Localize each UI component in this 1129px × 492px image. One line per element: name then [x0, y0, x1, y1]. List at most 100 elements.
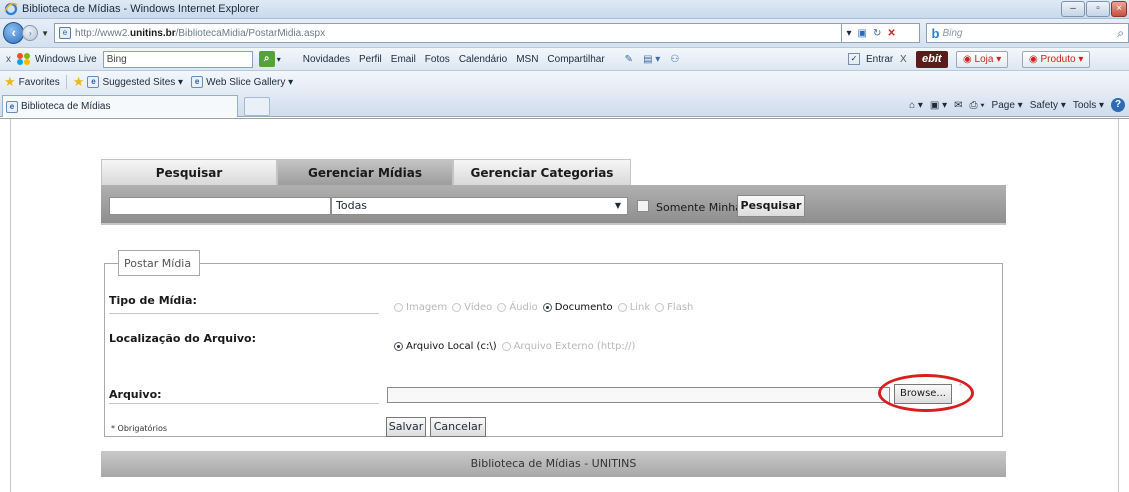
link-email[interactable]: Email [391, 54, 416, 65]
compatibility-view-icon[interactable]: ▣ [858, 28, 867, 39]
refresh-icon[interactable]: ↻ [873, 28, 881, 39]
page-menu[interactable]: Page ▾ [992, 100, 1023, 111]
command-bar: ⌂ ▾ ▣ ▾ ✉ ⎙ ▾ Page ▾ Safety ▾ Tools ▾ ? [909, 98, 1125, 112]
ebit-logo[interactable]: ebit [916, 50, 948, 68]
windows-live-toolbar: x Windows Live Bing ⌕ ▾ Novidades Perfil… [0, 47, 1129, 71]
new-tab-button[interactable] [244, 97, 270, 116]
close-toolbar-icon[interactable]: x [6, 54, 11, 65]
divider [109, 403, 379, 404]
option-flash-label: Flash [667, 302, 694, 313]
help-icon[interactable]: ? [1111, 98, 1125, 112]
minimize-button[interactable]: – [1061, 1, 1085, 17]
address-bar: ‹ › ▼ e http://www2. unitins.br/Bibliotec… [0, 19, 1129, 47]
postar-midia-fieldset: Postar Mídia Tipo de Mídia: Imagem Vídeo… [104, 250, 1003, 437]
link-compartilhar[interactable]: Compartilhar [547, 54, 604, 65]
tipo-midia-options: Imagem Vídeo Áudio Documento Link Flash [389, 302, 693, 313]
url-path: /BibliotecaMidia/PostarMidia.aspx [175, 27, 326, 39]
search-input[interactable] [109, 197, 331, 215]
window-icon[interactable]: ▤ ▾ [643, 54, 660, 65]
ie-page-icon: e [87, 76, 100, 88]
somente-minhas-checkbox[interactable] [637, 200, 649, 212]
radio-flash[interactable] [655, 303, 665, 312]
history-dropdown-icon[interactable]: ▼ [41, 29, 49, 38]
forward-button[interactable]: › [22, 25, 39, 41]
radio-audio[interactable] [497, 303, 507, 312]
maximize-button[interactable]: ▫ [1086, 1, 1110, 17]
link-perfil[interactable]: Perfil [359, 54, 382, 65]
option-documento-label: Documento [554, 302, 613, 313]
save-button[interactable]: Salvar [386, 417, 426, 437]
radio-arquivo-local[interactable] [394, 342, 403, 351]
window-title: Biblioteca de Mídias - Windows Internet … [22, 3, 260, 15]
option-arquivo-local-label: Arquivo Local (c:\) [406, 341, 497, 352]
produto-label: Produto [1040, 53, 1076, 65]
mail-icon[interactable]: ✉ [954, 100, 962, 111]
address-dropdown-icon[interactable]: ▾ [846, 28, 851, 39]
feeds-icon[interactable]: ▣ ▾ [930, 100, 947, 111]
live-search-dropdown-icon[interactable]: ▾ [277, 55, 281, 64]
link-calendario[interactable]: Calendário [459, 54, 507, 65]
option-imagem-label: Imagem [406, 302, 448, 313]
windows-live-label[interactable]: Windows Live [35, 54, 97, 65]
tools-menu[interactable]: Tools ▾ [1073, 100, 1104, 111]
browser-tab-label: Biblioteca de Mídias [21, 101, 111, 112]
bing-search-input[interactable]: b Bing ⌕ [926, 23, 1129, 43]
localizacao-options: Arquivo Local (c:\) Arquivo Externo (htt… [389, 341, 635, 352]
option-audio-label: Áudio [509, 302, 538, 313]
radio-link[interactable] [617, 303, 627, 312]
search-placeholder: Bing [942, 27, 963, 39]
page-favicon-icon: e [59, 27, 72, 39]
tab-gerenciar-midias[interactable]: Gerenciar Mídias [277, 159, 453, 185]
divider [10, 119, 11, 492]
live-search-input[interactable]: Bing [102, 50, 253, 68]
divider [109, 313, 379, 314]
address-tools: ▾ ▣ ↻ ✕ [842, 23, 921, 43]
back-button[interactable]: ‹ [3, 22, 25, 44]
tab-pesquisar[interactable]: Pesquisar [101, 159, 277, 185]
divider [65, 75, 67, 89]
radio-documento[interactable] [542, 303, 552, 312]
browser-tab[interactable]: e Biblioteca de Mídias [2, 95, 238, 117]
radio-arquivo-externo[interactable] [501, 342, 511, 351]
radio-imagem[interactable] [394, 303, 403, 312]
messenger-icon[interactable]: ⚇ [670, 54, 679, 65]
ie-page-icon: e [191, 76, 204, 88]
close-window-button[interactable]: × [1111, 1, 1127, 17]
search-icon[interactable]: ⌕ [1117, 26, 1124, 41]
option-arquivo-externo-label: Arquivo Externo (http://) [513, 341, 636, 352]
link-msn[interactable]: MSN [516, 54, 538, 65]
favorites-button[interactable]: Favorites [19, 77, 60, 88]
entrar-group: ✓ Entrar [848, 53, 893, 65]
cancel-button[interactable]: Cancelar [430, 417, 486, 437]
entrar-link[interactable]: Entrar [866, 54, 893, 65]
add-favorite-icon[interactable]: ★ [73, 74, 85, 90]
live-search-go-icon[interactable]: ⌕ [258, 51, 275, 67]
file-path-input[interactable] [387, 387, 890, 403]
bing-logo-icon: b [931, 25, 940, 41]
link-fotos[interactable]: Fotos [425, 54, 450, 65]
chevron-down-icon: ▼ [614, 201, 621, 210]
radio-video[interactable] [452, 303, 462, 312]
close-ebit-icon[interactable]: X [900, 54, 907, 65]
share-icon[interactable]: ✎ [625, 54, 633, 65]
produto-button[interactable]: ◉ Produto ▾ [1022, 50, 1091, 68]
fieldset-legend: Postar Mídia [118, 250, 201, 276]
tab-gerenciar-categorias[interactable]: Gerenciar Categorias [453, 159, 631, 185]
arquivo-label: Arquivo: [109, 388, 162, 401]
live-icons: ✎ ▤ ▾ ⚇ [625, 54, 680, 65]
home-icon[interactable]: ⌂ ▾ [909, 100, 923, 111]
windows-live-butterfly-icon [17, 53, 31, 65]
url-prefix: http://www2. [75, 27, 131, 39]
url-input[interactable]: e http://www2. unitins.br/BibliotecaMidia… [54, 23, 843, 43]
safety-menu[interactable]: Safety ▾ [1030, 100, 1066, 111]
search-button[interactable]: Pesquisar [737, 195, 805, 217]
web-slice-gallery-item[interactable]: e Web Slice Gallery ▾ [191, 76, 293, 88]
link-novidades[interactable]: Novidades [303, 54, 350, 65]
loja-button[interactable]: ◉ Loja ▾ [956, 50, 1009, 68]
option-video-label: Vídeo [464, 302, 493, 313]
browser-tab-bar: e Biblioteca de Mídias ⌂ ▾ ▣ ▾ ✉ ⎙ ▾ Pag… [0, 93, 1129, 117]
suggested-sites-item[interactable]: e Suggested Sites ▾ [87, 76, 183, 88]
category-select[interactable]: Todas ▼ [331, 197, 628, 215]
print-icon[interactable]: ⎙ ▾ [970, 100, 985, 111]
stop-icon[interactable]: ✕ [887, 28, 895, 39]
